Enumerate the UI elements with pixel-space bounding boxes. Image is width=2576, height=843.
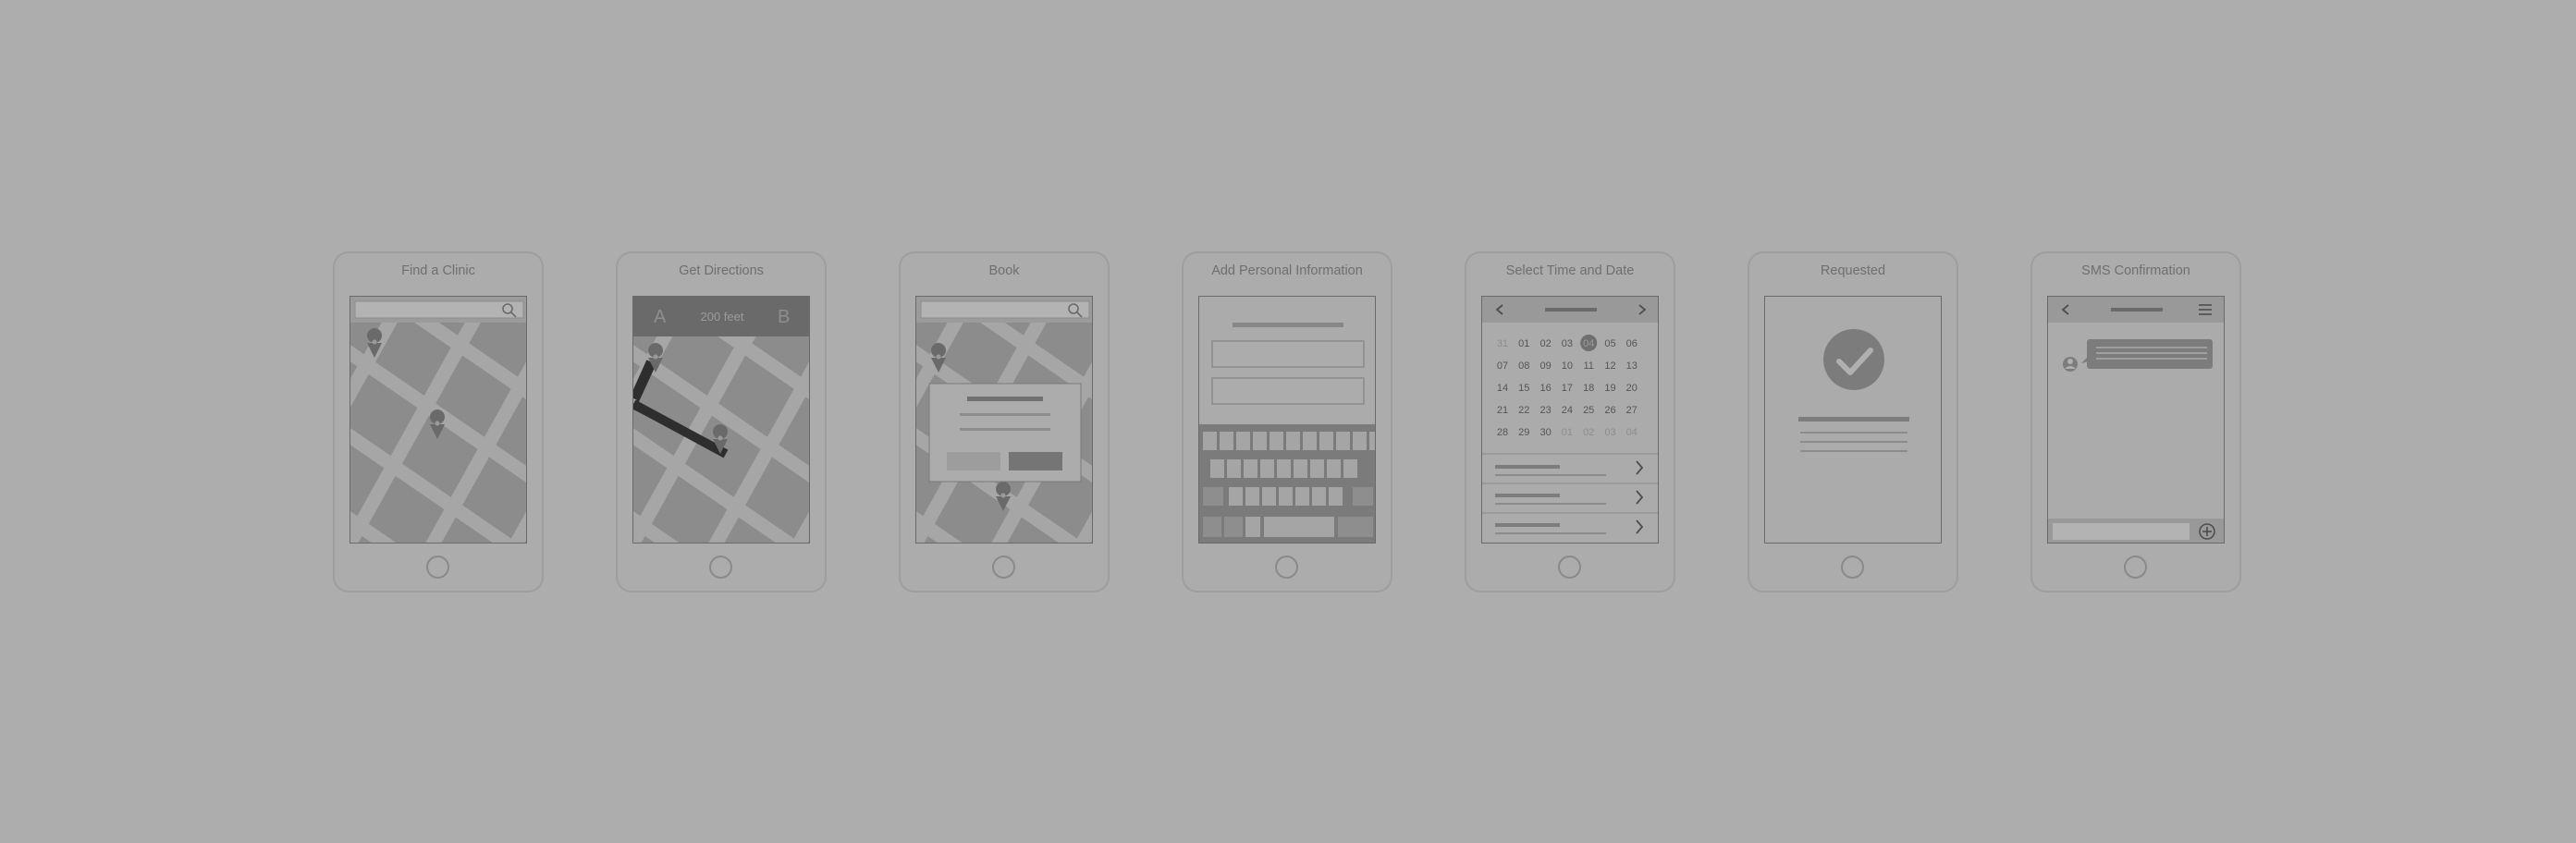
phone-book: Book (899, 251, 1110, 593)
time-slot-row[interactable] (1495, 490, 1644, 505)
calendar-day[interactable]: 11 (1583, 360, 1593, 372)
home-button[interactable] (1558, 556, 1581, 579)
map-screen[interactable] (350, 296, 527, 544)
chevron-right-icon (1636, 460, 1644, 475)
calendar-day[interactable]: 14 (1497, 383, 1508, 394)
screen-title: SMS Confirmation (2081, 263, 2190, 278)
calendar-day[interactable]: 04 (1583, 338, 1594, 349)
calendar-day[interactable]: 26 (1604, 405, 1615, 416)
phone-select-time-and-date: Select Time and Date 31 01 02 03 04 05 06 07 08 0… (1465, 251, 1675, 593)
calendar-day[interactable]: 24 (1562, 405, 1573, 416)
calendar-day[interactable]: 25 (1583, 405, 1594, 416)
calendar-day[interactable]: 07 (1497, 360, 1508, 372)
phone-field[interactable] (1211, 377, 1365, 405)
avatar-icon (2063, 357, 2078, 372)
calendar-day[interactable]: 23 (1539, 405, 1551, 416)
calendar-day[interactable]: 31 (1497, 338, 1508, 349)
calendar-day[interactable]: 18 (1583, 383, 1594, 394)
calendar-day[interactable]: 06 (1626, 338, 1638, 349)
calendar-day[interactable]: 04 (1626, 427, 1638, 438)
calendar-day[interactable]: 01 (1562, 427, 1573, 438)
calendar-day[interactable]: 01 (1518, 338, 1529, 349)
calendar-day[interactable]: 22 (1518, 405, 1529, 416)
calendar-day[interactable]: 12 (1604, 360, 1615, 372)
phone-get-directions: Get Directions A 200 feet B (616, 251, 827, 593)
checkmark-icon (1823, 329, 1884, 390)
calendar-day[interactable]: 28 (1497, 427, 1508, 438)
home-button[interactable] (992, 556, 1015, 579)
book-screen[interactable] (915, 296, 1093, 544)
route-end-label: B (778, 307, 790, 327)
calendar-day[interactable]: 27 (1626, 405, 1638, 416)
route-start-label: A (654, 307, 667, 327)
name-field[interactable] (1211, 340, 1365, 368)
booking-dialog (928, 383, 1082, 483)
keyboard[interactable] (1199, 424, 1376, 544)
chevron-right-icon (1636, 490, 1644, 505)
calendar-day[interactable]: 10 (1562, 360, 1573, 372)
calendar-day[interactable]: 16 (1539, 383, 1551, 394)
calendar-day[interactable]: 05 (1604, 338, 1615, 349)
directions-screen[interactable]: A 200 feet B (632, 296, 810, 544)
home-button[interactable] (709, 556, 732, 579)
phone-add-personal-information: Add Personal Information (1182, 251, 1392, 593)
calendar-day[interactable]: 08 (1518, 360, 1529, 372)
screen-title: Find a Clinic (401, 263, 475, 278)
home-button[interactable] (1275, 556, 1298, 579)
distance-label: 200 feet (701, 310, 744, 324)
phone-requested: Requested (1748, 251, 1958, 593)
screen-title: Book (988, 263, 1020, 278)
calendar-day[interactable]: 17 (1562, 383, 1573, 394)
time-slot-row[interactable] (1495, 460, 1644, 476)
calendar-day[interactable]: 19 (1604, 383, 1615, 394)
message-input[interactable] (2053, 523, 2190, 540)
calendar-day[interactable]: 29 (1518, 427, 1529, 438)
cancel-button[interactable] (947, 452, 1000, 470)
screen-title: Get Directions (679, 263, 764, 278)
calendar-day[interactable]: 02 (1583, 427, 1594, 438)
phone-sms-confirmation: SMS Confirmation (2030, 251, 2241, 593)
calendar-day[interactable]: 13 (1626, 360, 1638, 372)
time-slot-row[interactable] (1495, 519, 1644, 534)
message-bubble (2081, 339, 2213, 369)
calendar-day[interactable]: 09 (1539, 360, 1551, 372)
requested-screen (1764, 296, 1942, 544)
calendar-day[interactable]: 03 (1604, 427, 1615, 438)
home-button[interactable] (2124, 556, 2147, 579)
calendar-day[interactable]: 20 (1626, 383, 1638, 394)
sms-screen[interactable] (2047, 296, 2225, 544)
calendar-day[interactable]: 30 (1539, 427, 1551, 438)
screen-title: Add Personal Information (1211, 263, 1363, 278)
calendar-grid: 31 01 02 03 04 05 06 07 08 09 10 11 12 13 14 15 16 17 18 19… (1497, 335, 1638, 438)
screen-title: Select Time and Date (1505, 263, 1635, 278)
calendar-day[interactable]: 02 (1539, 338, 1551, 349)
screen-title: Requested (1820, 263, 1886, 278)
calendar-day[interactable]: 15 (1518, 383, 1529, 394)
calendar-day[interactable]: 21 (1497, 405, 1508, 416)
home-button[interactable] (1841, 556, 1864, 579)
calendar-day[interactable]: 03 (1562, 338, 1573, 349)
book-button[interactable] (1009, 452, 1062, 470)
phone-find-a-clinic: Find a Clinic (333, 251, 544, 593)
personal-info-screen[interactable] (1198, 296, 1376, 544)
home-button[interactable] (426, 556, 449, 579)
calendar-screen[interactable]: 31 01 02 03 04 05 06 07 08 09 10 11 12 13 14 15 16 17 18 19… (1481, 296, 1659, 544)
chevron-right-icon (1636, 519, 1644, 534)
